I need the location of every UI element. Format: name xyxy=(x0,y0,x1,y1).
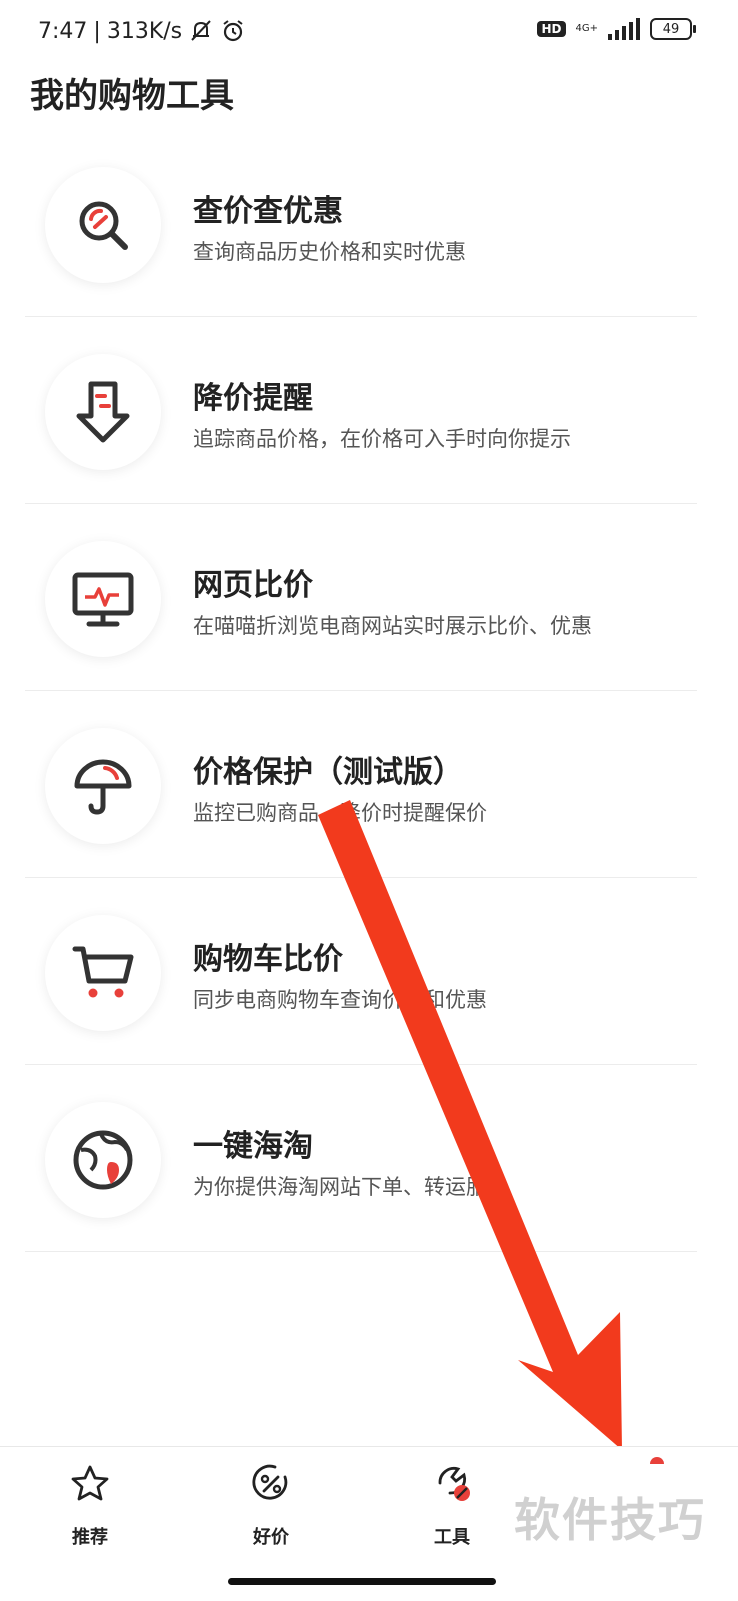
status-left: 7:47 | 313K/s xyxy=(38,18,246,44)
watermark: 软件技巧 xyxy=(514,1493,706,1547)
status-time: 7:47 xyxy=(38,18,88,44)
status-separator: | xyxy=(93,18,101,44)
discount-icon xyxy=(252,1464,288,1500)
tool-item-overseas-shopping[interactable]: 一键海淘 为你提供海淘网站下单、转运服务 xyxy=(25,1065,697,1252)
tool-title: 网页比价 xyxy=(193,568,313,603)
magnifier-icon xyxy=(79,201,128,250)
mute-icon xyxy=(191,20,211,41)
tool-desc: 同步电商购物车查询价格和优惠 xyxy=(193,988,487,1012)
icon-circle xyxy=(45,915,161,1031)
tool-desc: 监控已购商品，降价时提醒保价 xyxy=(193,801,487,825)
status-bar: 7:47 | 313K/s HD 4G+ 49 xyxy=(0,0,738,64)
star-icon xyxy=(71,1465,109,1501)
tool-title: 购物车比价 xyxy=(193,942,343,977)
nav-label: 推荐 xyxy=(72,1527,108,1548)
nav-item-tools[interactable]: 工具 xyxy=(392,1461,512,1549)
tool-item-price-check[interactable]: 查价查优惠 查询商品历史价格和实时优惠 xyxy=(25,130,697,317)
tool-item-cart-compare[interactable]: 购物车比价 同步电商购物车查询价格和优惠 xyxy=(25,878,697,1065)
globe-icon xyxy=(73,1130,133,1190)
status-right: HD 4G+ 49 xyxy=(537,18,696,40)
nav-label: 好价 xyxy=(253,1527,289,1548)
tool-item-price-protection[interactable]: 价格保护（测试版） 监控已购商品，降价时提醒保价 xyxy=(25,691,697,878)
icon-circle xyxy=(45,167,161,283)
battery-level: 49 xyxy=(662,21,680,37)
umbrella-icon xyxy=(74,759,132,815)
monitor-icon xyxy=(72,572,134,627)
down-arrow-icon xyxy=(76,381,130,443)
tool-icon xyxy=(438,1467,470,1501)
network-type: 4G+ xyxy=(575,23,599,34)
hd-badge: HD xyxy=(537,21,566,37)
icon-circle xyxy=(45,728,161,844)
tool-desc: 为你提供海淘网站下单、转运服务 xyxy=(193,1175,508,1199)
nav-item-deals[interactable]: 好价 xyxy=(211,1461,331,1549)
tool-title: 降价提醒 xyxy=(193,381,313,416)
signal-icon xyxy=(608,18,640,40)
tool-title: 价格保护（测试版） xyxy=(193,755,463,790)
page-title: 我的购物工具 xyxy=(30,76,234,116)
tool-list: 查价查优惠 查询商品历史价格和实时优惠 降价提醒 追踪商品价格，在价格可入手时向… xyxy=(25,130,697,1252)
tool-item-web-compare[interactable]: 网页比价 在喵喵折浏览电商网站实时展示比价、优惠 xyxy=(25,504,697,691)
nav-item-recommend[interactable]: 推荐 xyxy=(30,1461,150,1549)
tool-title: 查价查优惠 xyxy=(193,194,343,229)
icon-circle xyxy=(45,1102,161,1218)
tool-title: 一键海淘 xyxy=(193,1129,313,1164)
tool-desc: 查询商品历史价格和实时优惠 xyxy=(193,240,466,264)
tool-desc: 追踪商品价格，在价格可入手时向你提示 xyxy=(193,427,571,451)
nav-label: 工具 xyxy=(434,1527,470,1548)
cart-icon xyxy=(72,946,134,998)
notification-dot xyxy=(650,1457,664,1464)
network-speed: 313K/s xyxy=(106,18,183,44)
tool-desc: 在喵喵折浏览电商网站实时展示比价、优惠 xyxy=(193,614,592,638)
alarm-icon xyxy=(223,20,243,42)
battery-icon: 49 xyxy=(650,18,696,40)
icon-circle xyxy=(45,354,161,470)
icon-circle xyxy=(45,541,161,657)
tool-item-price-drop-alert[interactable]: 降价提醒 追踪商品价格，在价格可入手时向你提示 xyxy=(25,317,697,504)
home-indicator[interactable] xyxy=(228,1578,496,1585)
